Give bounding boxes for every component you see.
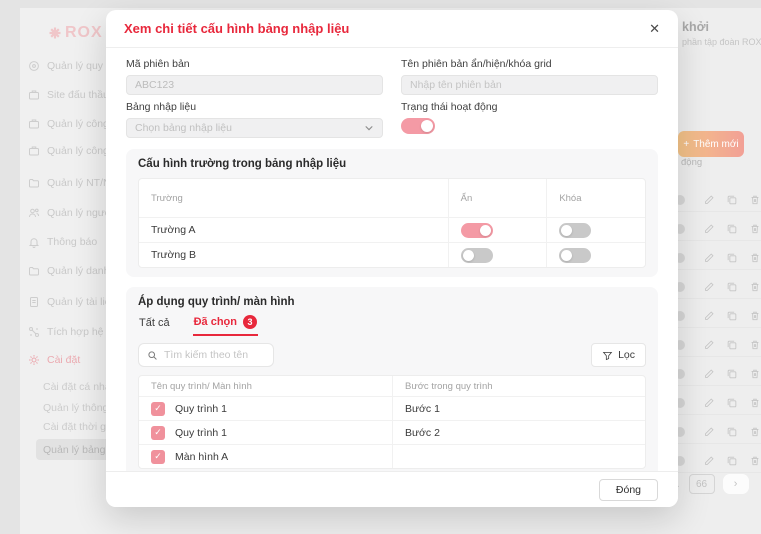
apply-table: Tên quy trình/ Màn hình Bước trong quy t…: [138, 375, 646, 469]
lock-toggle[interactable]: [559, 248, 591, 263]
column-an: Ẩn: [448, 179, 547, 217]
lock-toggle[interactable]: [559, 223, 591, 238]
table-header-row: Trường Ẩn Khóa: [139, 179, 645, 217]
input-table-select[interactable]: Chọn bảng nhập liệu: [126, 118, 383, 138]
modal-view-config: Xem chi tiết cấu hình bảng nhập liệu ✕ M…: [106, 10, 678, 507]
modal-form: Mã phiên bản Tên phiên bản ẩn/hiện/khóa …: [126, 52, 658, 139]
process-step: Bước 2: [392, 421, 645, 444]
field-name: Trường A: [139, 218, 448, 242]
modal-title: Xem chi tiết cấu hình bảng nhập liệu: [124, 21, 349, 36]
process-name: Quy trình 1: [175, 403, 227, 415]
selected-count-badge: 3: [243, 315, 257, 329]
close-button[interactable]: Đóng: [599, 479, 658, 501]
chevron-down-icon: [364, 123, 374, 133]
column-buoc: Bước trong quy trình: [392, 376, 645, 396]
close-icon[interactable]: ✕: [649, 21, 660, 37]
table-row-truong-a: Trường A: [139, 217, 645, 242]
table-header-row: Tên quy trình/ Màn hình Bước trong quy t…: [139, 376, 645, 396]
field-config-section: Cấu hình trường trong bảng nhập liệu Trư…: [126, 149, 658, 277]
process-step: Bước 1: [392, 397, 645, 420]
hide-toggle[interactable]: [461, 223, 493, 238]
field-config-table: Trường Ẩn Khóa Trường A Trường B: [138, 178, 646, 268]
apply-tabs: Tất cả Đã chọn 3: [138, 315, 646, 336]
checkbox-checked[interactable]: ✓: [151, 450, 165, 464]
search-icon: [147, 350, 158, 361]
table-row-truong-b: Trường B: [139, 242, 645, 267]
modal-header: Xem chi tiết cấu hình bảng nhập liệu ✕: [106, 10, 678, 48]
input-table-label: Bảng nhập liệu: [126, 101, 383, 113]
tab-da-chon[interactable]: Đã chọn 3: [193, 315, 258, 336]
modal-body: Mã phiên bản Tên phiên bản ẩn/hiện/khóa …: [106, 48, 678, 478]
column-khoa: Khóa: [546, 179, 645, 217]
table-row-quy-trinh-1-buoc-1: ✓ Quy trình 1 Bước 1: [139, 396, 645, 420]
checkbox-checked[interactable]: ✓: [151, 402, 165, 416]
table-row-quy-trinh-1-buoc-2: ✓ Quy trình 1 Bước 2: [139, 420, 645, 444]
column-truong: Trường: [139, 179, 448, 217]
hide-toggle[interactable]: [461, 248, 493, 263]
apply-section: Áp dụng quy trình/ màn hình Tất cả Đã ch…: [126, 287, 658, 478]
filter-button[interactable]: Lọc: [591, 343, 646, 367]
version-name-input[interactable]: [401, 75, 658, 95]
filter-icon: [602, 350, 613, 361]
field-config-title: Cấu hình trường trong bảng nhập liệu: [138, 158, 646, 170]
active-status-label: Trạng thái hoạt động: [401, 101, 658, 113]
apply-section-title: Áp dụng quy trình/ màn hình: [138, 296, 646, 308]
column-ten-quy-trinh: Tên quy trình/ Màn hình: [139, 376, 392, 396]
app-screen: ROX Quản lý quy trình Site đấu thầu Quản…: [0, 0, 761, 534]
modal-footer: Đóng: [106, 471, 678, 507]
version-name-label: Tên phiên bản ẩn/hiện/khóa grid: [401, 58, 658, 70]
search-input[interactable]: [164, 349, 265, 361]
search-box: [138, 343, 274, 367]
tab-tat-ca[interactable]: Tất cả: [138, 315, 171, 336]
search-filter-row: Lọc: [138, 343, 646, 367]
process-name: Quy trình 1: [175, 427, 227, 439]
version-code-input[interactable]: [126, 75, 383, 95]
checkbox-checked[interactable]: ✓: [151, 426, 165, 440]
table-row-man-hinh-a: ✓ Màn hình A: [139, 444, 645, 468]
process-step: [392, 445, 645, 468]
field-name: Trường B: [139, 243, 448, 267]
active-status-toggle[interactable]: [401, 118, 435, 134]
version-code-label: Mã phiên bản: [126, 58, 383, 70]
process-name: Màn hình A: [175, 451, 228, 463]
